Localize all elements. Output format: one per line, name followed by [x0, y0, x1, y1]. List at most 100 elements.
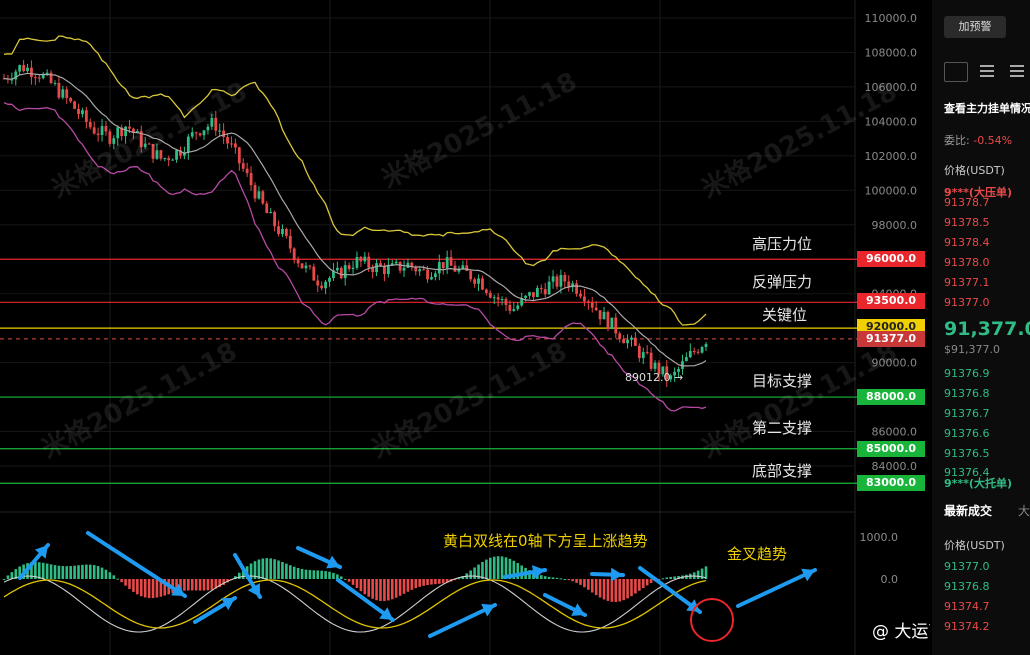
- macd-histogram-bar: [626, 579, 629, 599]
- ask-row[interactable]: 91378.7: [944, 196, 990, 209]
- candle-body: [88, 121, 92, 128]
- macd-histogram-bar: [669, 576, 673, 579]
- candle-body: [335, 267, 339, 271]
- macd-histogram-bar: [496, 556, 500, 579]
- macd-histogram-bar: [410, 579, 414, 590]
- macd-histogram-bar: [292, 566, 296, 579]
- macd-histogram-bar: [665, 577, 669, 579]
- macd-histogram-bar: [308, 570, 312, 579]
- macd-histogram-bar: [61, 566, 65, 579]
- ask-row[interactable]: 91377.0: [944, 296, 990, 309]
- large-trades-tab[interactable]: 大: [1018, 502, 1030, 519]
- macd-histogram-bar: [500, 556, 504, 579]
- bid-row[interactable]: 91376.5: [944, 447, 990, 460]
- candle-body: [684, 357, 688, 362]
- level-label-high-pressure: 高压力位: [752, 235, 813, 253]
- macd-histogram-bar: [579, 579, 582, 585]
- price-tag-96000: 96000.0: [857, 251, 925, 267]
- candle-body: [292, 248, 296, 260]
- macd-histogram-bar: [426, 579, 429, 586]
- bid-big-order: 9***(大托单): [944, 477, 1012, 490]
- macd-histogram-bar: [202, 579, 206, 591]
- y-tick-label: 110000.0: [865, 12, 918, 25]
- candle-body: [237, 147, 241, 164]
- candle-body: [96, 133, 100, 135]
- chart-area[interactable]: 110000.0 108000.0 106000.0 104000.0 102000.0…: [0, 0, 930, 655]
- candle-body: [241, 163, 245, 169]
- candle-body: [296, 259, 300, 264]
- candle-body: [69, 97, 73, 102]
- y-tick-label: 108000.0: [865, 46, 918, 59]
- macd-histogram-bar: [2, 579, 6, 580]
- order-book-asks-icon[interactable]: [976, 62, 998, 80]
- order-book-bids-icon[interactable]: [1006, 62, 1028, 80]
- candle-body: [508, 304, 512, 311]
- candle-body: [547, 281, 551, 295]
- add-alert-button[interactable]: 加预警: [944, 16, 1006, 38]
- macd-histogram-bar: [281, 561, 284, 579]
- price-tag-83000: 83000.0: [857, 475, 925, 491]
- ask-row[interactable]: 91377.1: [944, 276, 990, 289]
- bid-row[interactable]: 91376.8: [944, 387, 990, 400]
- macd-histogram-bar: [359, 579, 363, 592]
- macd-histogram-bar: [402, 579, 406, 594]
- candle-body: [524, 295, 527, 299]
- macd-histogram-bar: [73, 565, 76, 579]
- candle-body: [339, 267, 343, 279]
- candle-body: [363, 256, 367, 262]
- macd-histogram-bar: [371, 579, 374, 599]
- candle-body: [343, 265, 347, 279]
- macd-histogram-bar: [438, 579, 441, 584]
- candle-body: [488, 292, 492, 298]
- price-tag-88000: 88000.0: [857, 389, 925, 405]
- macd-histogram-bar: [489, 557, 492, 579]
- macd-histogram-bar: [339, 576, 343, 579]
- order-book-both-icon[interactable]: [944, 62, 968, 82]
- candle-body: [265, 203, 269, 214]
- ask-row[interactable]: 91378.4: [944, 236, 990, 249]
- candle-body: [61, 89, 65, 98]
- macd-histogram-bar: [96, 566, 100, 579]
- macd-histogram-bar: [69, 566, 72, 579]
- candle-body: [473, 279, 477, 284]
- macd-histogram-bar: [257, 559, 261, 579]
- candle-body: [198, 133, 202, 136]
- candle-body: [433, 273, 437, 278]
- bid-row[interactable]: 91376.9: [944, 367, 990, 380]
- candle-body: [73, 101, 76, 109]
- latest-trades-tab[interactable]: 最新成交: [944, 502, 992, 519]
- macd-histogram-bar: [190, 579, 194, 591]
- macd-histogram-bar: [398, 579, 402, 596]
- candle-body: [477, 278, 480, 284]
- order-book-panel: 加预警 查看主力挂单情况 委比: -0.54% 价格(USDT) 9***(大压…: [932, 0, 1030, 655]
- candle-body: [449, 257, 453, 266]
- macd-histogram-bar: [594, 579, 598, 596]
- candle-body: [551, 276, 555, 282]
- candle-body: [614, 317, 618, 334]
- candle-body: [394, 261, 398, 264]
- bid-row[interactable]: 91376.6: [944, 427, 990, 440]
- macd-histogram-bar: [587, 579, 590, 590]
- candle-body: [92, 127, 96, 134]
- ask-row[interactable]: 91378.0: [944, 256, 990, 269]
- price-tag-93500: 93500.0: [857, 293, 925, 309]
- candle-body: [516, 305, 520, 310]
- macd-histogram-bar: [316, 570, 320, 579]
- boll-upper-line: [3, 35, 707, 326]
- macd-histogram-bar: [288, 565, 292, 579]
- candle-body: [308, 265, 312, 267]
- candle-body: [347, 265, 351, 270]
- y-tick-label: 100000.0: [865, 184, 918, 197]
- candle-body: [222, 130, 226, 138]
- main-orders-link[interactable]: 查看主力挂单情况: [944, 100, 1030, 116]
- price-chart[interactable]: 110000.0108000.0106000.0104000.0102000.0…: [0, 0, 930, 655]
- golden-cross-circle: [690, 598, 734, 642]
- macd-histogram-bar: [555, 577, 559, 579]
- macd-histogram-bar: [194, 579, 198, 591]
- bid-row[interactable]: 91376.7: [944, 407, 990, 420]
- candle-body: [81, 110, 84, 115]
- macd-histogram-bar: [312, 570, 316, 579]
- candle-body: [386, 265, 390, 275]
- macd-histogram-bar: [300, 568, 304, 579]
- ask-row[interactable]: 91378.5: [944, 216, 990, 229]
